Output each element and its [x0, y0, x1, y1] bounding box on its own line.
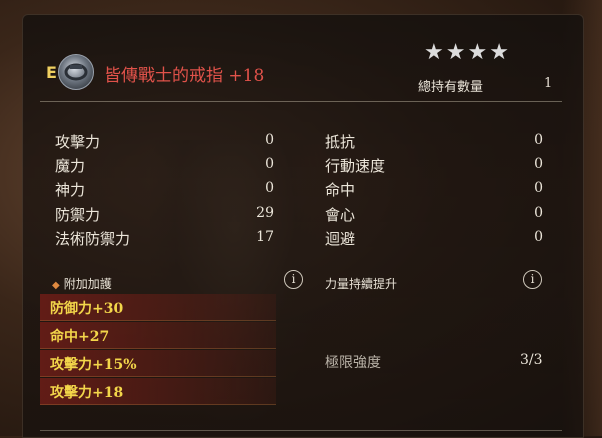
star-icon: ★: [467, 40, 488, 65]
power-section-title: 力量持續提升: [325, 277, 398, 291]
stat-divine-label: 神力: [55, 181, 86, 199]
bonus-section-label: 附加加護: [63, 277, 112, 291]
diamond-icon: ◆: [52, 280, 60, 291]
bonus-text: 攻擊力+15%: [50, 357, 137, 373]
stat-attack-value: 0: [265, 132, 274, 148]
stat-spell-defense-label: 法術防禦力: [55, 230, 131, 248]
item-grade: E: [46, 63, 57, 82]
item-name: 皆傳戰士的戒指 +18: [104, 66, 265, 86]
bonus-text: 攻擊力+18: [50, 385, 124, 401]
power-info-icon[interactable]: i: [523, 270, 542, 289]
stat-defense-label: 防禦力: [55, 206, 101, 224]
stat-magic-label: 魔力: [55, 157, 86, 175]
stat-move-speed-value: 0: [534, 156, 543, 172]
star-icon: ★: [445, 40, 466, 65]
owned-count-label: 總持有數量: [418, 80, 484, 95]
bonus-info-icon[interactable]: i: [284, 270, 303, 289]
stat-move-speed-label: 行動速度: [325, 157, 386, 175]
limit-strength-value: 3/3: [520, 352, 543, 368]
stat-evasion-value: 0: [534, 229, 543, 245]
bonus-text: 防御力+30: [50, 301, 124, 317]
stat-evasion-label: 迴避: [325, 230, 356, 248]
stat-accuracy-label: 命中: [325, 181, 356, 199]
bonus-section-title: ◆ 附加加護: [52, 275, 112, 292]
stat-resist-label: 抵抗: [325, 133, 356, 151]
bonus-row: 攻擊力+15%: [40, 350, 276, 377]
star-icon: ★: [489, 40, 509, 65]
divider: [40, 101, 562, 102]
ring-icon: [58, 54, 94, 90]
stat-accuracy-value: 0: [534, 180, 543, 196]
divider: [40, 430, 562, 431]
bonus-row: 命中+27: [40, 322, 276, 349]
bonus-row: 防御力+30: [40, 294, 276, 321]
owned-count-value: 1: [544, 76, 553, 91]
limit-strength-label: 極限強度: [325, 355, 381, 371]
star-rating: ★ ★ ★ ★: [424, 42, 509, 64]
stat-critical-value: 0: [534, 205, 543, 221]
bonus-row: 攻擊力+18: [40, 378, 276, 405]
stat-critical-label: 會心: [325, 206, 356, 224]
stat-divine-value: 0: [265, 180, 274, 196]
stat-defense-value: 29: [256, 205, 274, 221]
star-icon: ★: [424, 40, 444, 65]
stat-magic-value: 0: [265, 156, 274, 172]
bonus-text: 命中+27: [50, 329, 110, 345]
stat-attack-label: 攻擊力: [55, 133, 101, 151]
stat-spell-defense-value: 17: [256, 229, 274, 245]
stat-resist-value: 0: [534, 132, 543, 148]
